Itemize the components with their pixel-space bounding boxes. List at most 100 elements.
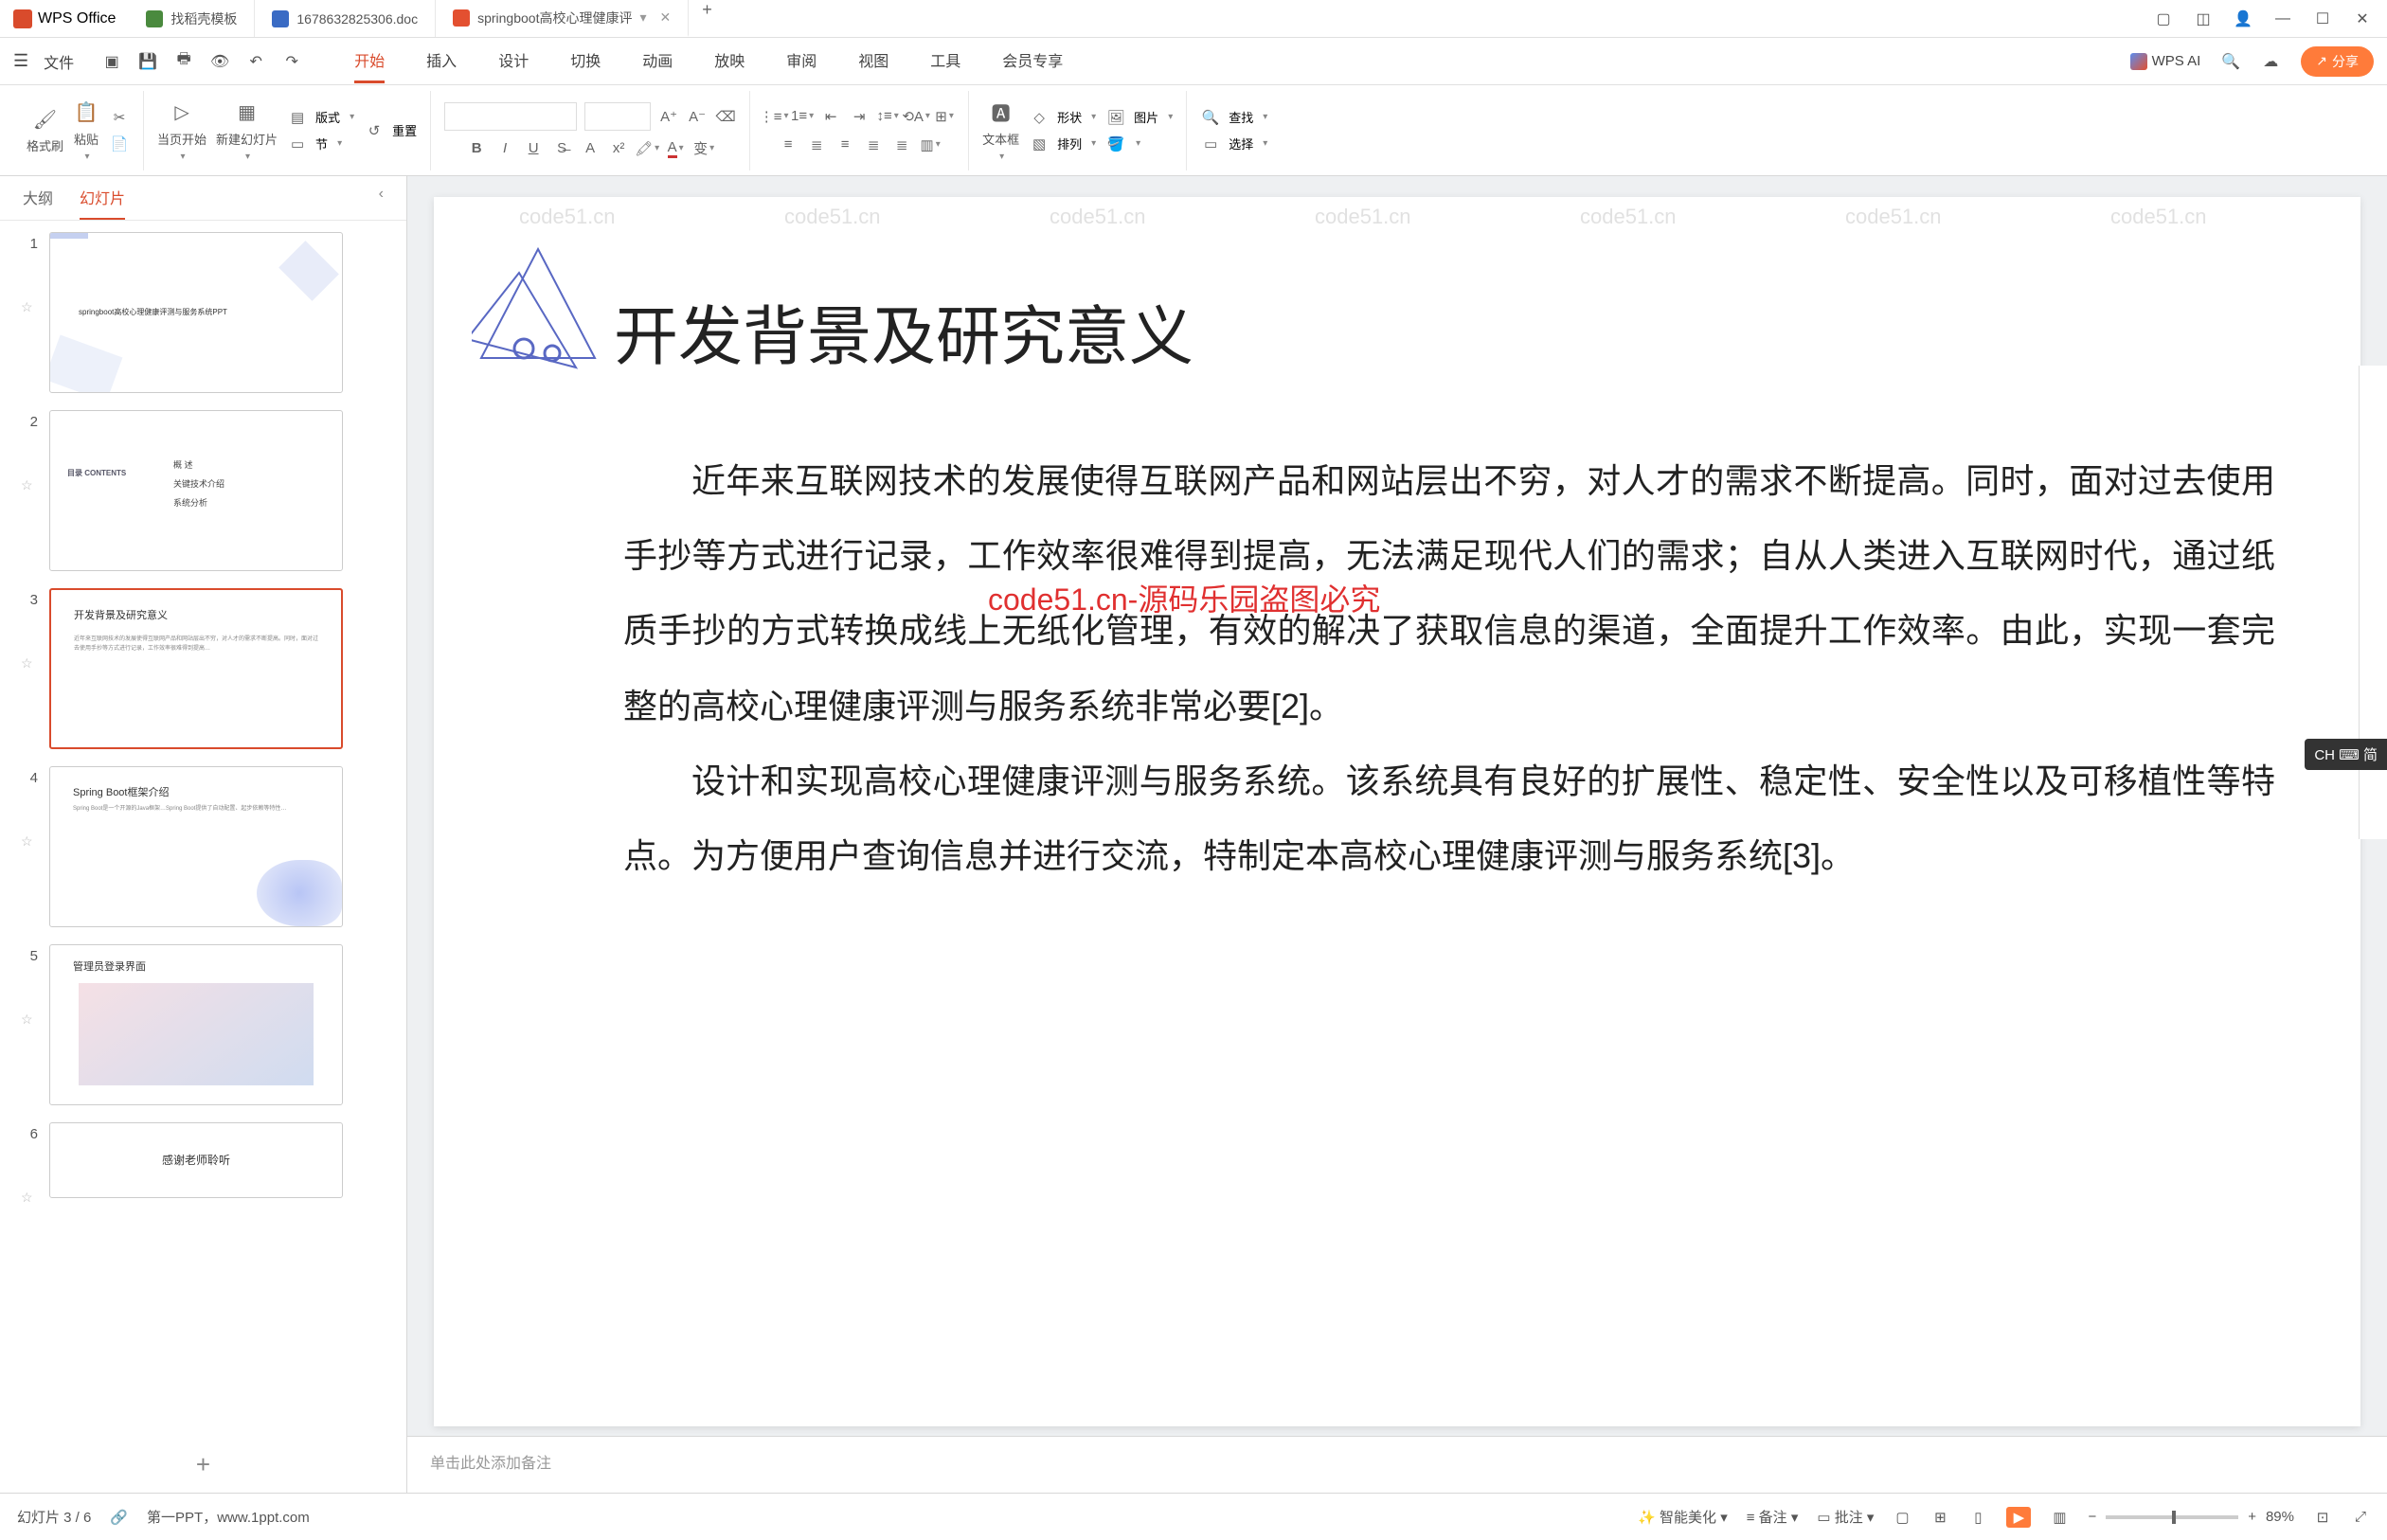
zoom-out-button[interactable]: − (2088, 1509, 2096, 1525)
tab-doc[interactable]: 1678632825306.doc (255, 0, 436, 37)
layout-button[interactable]: ▤版式▾ (287, 107, 354, 128)
slides-tab[interactable]: 幻灯片 (80, 186, 125, 220)
thumbnail-1[interactable]: springboot高校心理健康评测与服务系统PPT (49, 232, 343, 393)
decrease-font-button[interactable]: A⁻ (687, 106, 708, 127)
outline-tab[interactable]: 大纲 (23, 186, 53, 220)
slide-body[interactable]: 近年来互联网技术的发展使得互联网产品和网站层出不穷，对人才的需求不断提高。同时，… (623, 443, 2275, 893)
star-icon[interactable]: ☆ (21, 252, 36, 315)
fill-button[interactable]: 🪣▾ (1105, 134, 1173, 154)
tab-ppt[interactable]: springboot高校心理健康评 ▾ ✕ (436, 0, 689, 37)
align-center-button[interactable]: ≣ (806, 134, 827, 155)
distributed-button[interactable]: ≣ (891, 134, 912, 155)
arrange-button[interactable]: ▧排列▾ (1029, 134, 1096, 154)
star-icon[interactable]: ☆ (21, 964, 36, 1028)
highlight-button[interactable]: 🖍▾ (637, 138, 657, 159)
fit-button[interactable]: ⊡ (2313, 1508, 2332, 1527)
select-button[interactable]: ▭选择▾ (1200, 134, 1267, 154)
beautify-button[interactable]: ✨ 智能美化 ▾ (1638, 1507, 1728, 1527)
tab-animation[interactable]: 动画 (642, 39, 673, 83)
tab-tools[interactable]: 工具 (930, 39, 960, 83)
sorter-view-button[interactable]: ⊞ (1930, 1508, 1949, 1527)
save-icon[interactable]: 💾 (138, 52, 157, 71)
cube-icon[interactable]: ◫ (2194, 9, 2213, 28)
expand-button[interactable]: ⤢ (2351, 1508, 2370, 1527)
tab-insert[interactable]: 插入 (426, 39, 457, 83)
undo-icon[interactable]: ↶ (246, 52, 265, 71)
shapes-button[interactable]: ◇形状▾ (1029, 107, 1096, 128)
align-right-button[interactable]: ≡ (835, 134, 855, 155)
shadow-button[interactable]: A (580, 138, 601, 159)
thumbnail-2[interactable]: 目录 CONTENTS 概 述 关键技术介绍 系统分析 (49, 410, 343, 571)
superscript-button[interactable]: x² (608, 138, 629, 159)
text-direction-button[interactable]: ⟲A▾ (906, 106, 926, 127)
zoom-slider[interactable] (2106, 1515, 2238, 1519)
slide-title[interactable]: 开发背景及研究意义 (614, 284, 1194, 378)
tab-view[interactable]: 视图 (858, 39, 888, 83)
layout-icon[interactable]: ▢ (2154, 9, 2173, 28)
template-source[interactable]: 第一PPT，www.1ppt.com (147, 1507, 310, 1527)
from-current-button[interactable]: ▷当页开始▾ (157, 99, 206, 162)
thumbnail-list[interactable]: 1☆ springboot高校心理健康评测与服务系统PPT 2☆ 目录 CONT… (0, 221, 406, 1437)
comments-toggle[interactable]: ▭ 批注 ▾ (1817, 1507, 1874, 1527)
format-brush-button[interactable]: 🖌格式刷 (27, 106, 63, 154)
increase-font-button[interactable]: A⁺ (658, 106, 679, 127)
star-icon[interactable]: ☆ (21, 608, 36, 672)
cloud-icon[interactable]: ☁ (2261, 52, 2280, 71)
change-case-button[interactable]: 变▾ (693, 138, 714, 159)
minimize-button[interactable]: — (2273, 9, 2292, 28)
hamburger-icon[interactable]: ☰ (13, 51, 28, 71)
slideshow-button[interactable]: ▶ (2006, 1507, 2031, 1528)
file-menu[interactable]: 文件 (44, 50, 74, 73)
star-icon[interactable]: ☆ (21, 786, 36, 850)
clear-format-button[interactable]: ⌫ (715, 106, 736, 127)
share-button[interactable]: ↗ 分享 (2301, 46, 2374, 77)
close-button[interactable]: ✕ (2353, 9, 2372, 28)
ime-indicator[interactable]: CH ⌨ 简 (2305, 739, 2387, 770)
underline-button[interactable]: U (523, 138, 544, 159)
tab-slideshow[interactable]: 放映 (714, 39, 745, 83)
font-family-select[interactable] (444, 102, 577, 131)
star-icon[interactable]: ☆ (21, 1142, 36, 1206)
find-button[interactable]: 🔍查找▾ (1200, 107, 1267, 128)
italic-button[interactable]: I (494, 138, 515, 159)
star-icon[interactable]: ☆ (21, 430, 36, 493)
print-icon[interactable]: 🖶 (174, 52, 193, 71)
section-button[interactable]: ▭节▾ (287, 134, 354, 154)
bold-button[interactable]: B (466, 138, 487, 159)
tab-template[interactable]: 找稻壳模板 (129, 0, 255, 37)
tab-transition[interactable]: 切换 (570, 39, 601, 83)
tab-home[interactable]: 开始 (354, 39, 385, 83)
normal-view-button[interactable]: ▢ (1893, 1508, 1911, 1527)
number-list-button[interactable]: 1≡▾ (792, 106, 813, 127)
font-color-button[interactable]: A▾ (665, 138, 686, 159)
reading-view-button[interactable]: ▯ (1968, 1508, 1987, 1527)
notes-toggle[interactable]: ≡ 备注 ▾ (1747, 1507, 1799, 1527)
thumbnail-6[interactable]: 感谢老师聆听 (49, 1122, 343, 1198)
avatar-icon[interactable]: 👤 (2234, 9, 2252, 28)
strike-button[interactable]: S̶ (551, 138, 572, 159)
collapse-icon[interactable]: ‹ (379, 186, 384, 220)
tab-member[interactable]: 会员专享 (1002, 39, 1063, 83)
redo-icon[interactable]: ↷ (282, 52, 301, 71)
zoom-in-button[interactable]: + (2248, 1509, 2256, 1525)
textbox-button[interactable]: 🅰文本框▾ (982, 99, 1019, 162)
add-slide-button[interactable]: + (0, 1437, 406, 1493)
slide-canvas[interactable]: code51.cn code51.cn code51.cn code51.cn … (434, 197, 2360, 1426)
align-justify-button[interactable]: ≣ (863, 134, 884, 155)
copy-button[interactable]: 📄 (109, 134, 130, 154)
close-icon[interactable]: ✕ (660, 9, 672, 26)
tab-design[interactable]: 设计 (498, 39, 529, 83)
view-mode-button[interactable]: ▥ (2050, 1508, 2069, 1527)
template-link-icon[interactable]: 🔗 (110, 1509, 128, 1526)
thumbnail-4[interactable]: Spring Boot框架介绍 Spring Boot是一个开源的Java框架…… (49, 766, 343, 927)
columns-button[interactable]: ▥▾ (920, 134, 941, 155)
paste-button[interactable]: 📋粘贴▾ (73, 99, 99, 162)
maximize-button[interactable]: ☐ (2313, 9, 2332, 28)
notes-pane[interactable]: 单击此处添加备注 (407, 1436, 2387, 1493)
align-text-button[interactable]: ⊞▾ (934, 106, 955, 127)
add-tab-button[interactable]: + (689, 0, 726, 37)
tab-menu-icon[interactable]: ▾ (639, 9, 646, 26)
align-left-button[interactable]: ≡ (778, 134, 799, 155)
line-spacing-button[interactable]: ↕≡▾ (877, 106, 898, 127)
search-icon[interactable]: 🔍 (2221, 52, 2240, 71)
